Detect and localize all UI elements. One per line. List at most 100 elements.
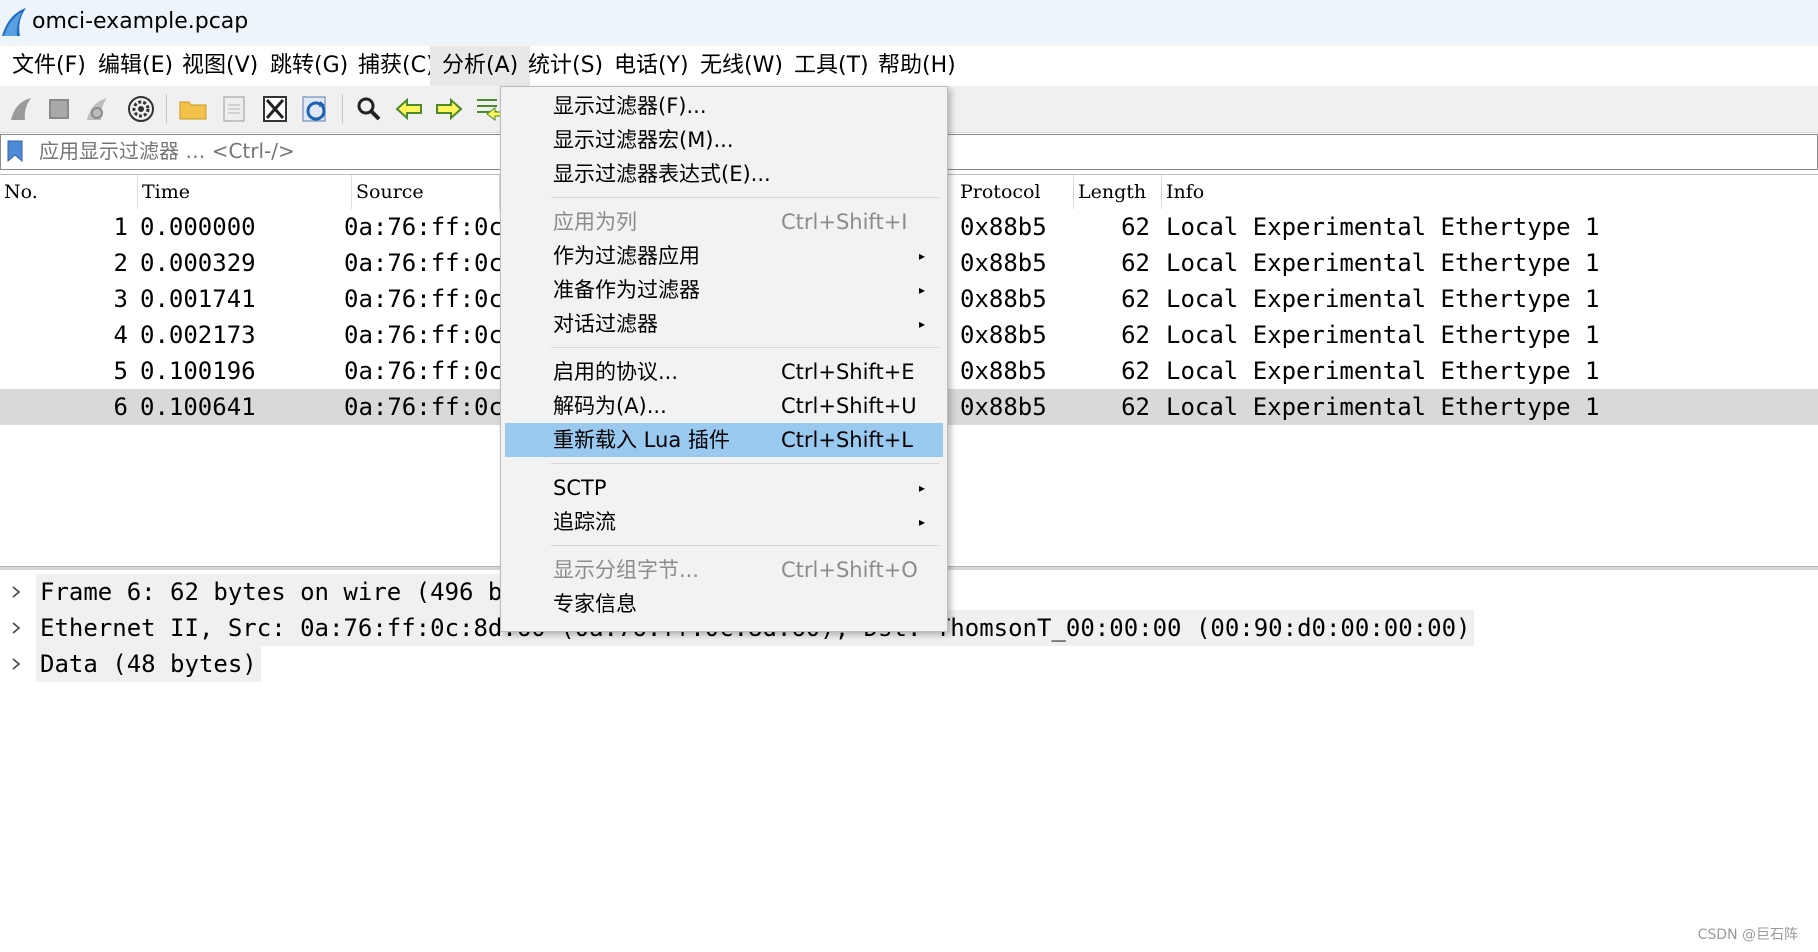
stop-square-icon[interactable] xyxy=(44,94,74,124)
menu-item-label: 准备作为过滤器 xyxy=(553,278,700,302)
column-header-protocol[interactable]: Protocol xyxy=(956,175,1074,209)
menu-item-label: 重新载入 Lua 插件 xyxy=(553,428,730,452)
detail-tree-text: Data (48 bytes) xyxy=(36,646,261,682)
packet-cell-source: 0a:76:ff:0c xyxy=(344,393,500,421)
menu-item-label: 应用为列 xyxy=(553,210,637,234)
menu-item-label: SCTP xyxy=(553,476,607,500)
chevron-right-icon[interactable] xyxy=(10,610,26,646)
packet-cell-protocol: 0x88b5 xyxy=(960,213,1047,241)
submenu-arrow-icon: ▸ xyxy=(918,515,925,529)
menu-item-label: 作为过滤器应用 xyxy=(553,244,700,268)
dropdown-menu-item[interactable]: 专家信息 xyxy=(505,587,943,621)
packet-cell-length: 62 xyxy=(1121,321,1150,349)
packet-cell-length: 62 xyxy=(1121,393,1150,421)
packet-cell-time: 0.100641 xyxy=(140,393,256,421)
title-bar: omci-example.pcap xyxy=(0,0,1818,46)
menu-item[interactable]: 跳转(G) xyxy=(258,46,360,86)
menu-item[interactable]: 视图(V) xyxy=(170,46,270,86)
packet-cell-length: 62 xyxy=(1121,213,1150,241)
column-header-length[interactable]: Length xyxy=(1074,175,1162,209)
packet-cell-protocol: 0x88b5 xyxy=(960,285,1047,313)
shark-fin-start-icon[interactable] xyxy=(6,94,36,124)
packet-cell-info: Local Experimental Ethertype 1 xyxy=(1166,393,1600,421)
folder-open-icon[interactable] xyxy=(178,94,208,124)
menu-item-shortcut: Ctrl+Shift+E xyxy=(781,360,915,384)
submenu-arrow-icon: ▸ xyxy=(918,283,925,297)
dropdown-menu-item[interactable]: 重新载入 Lua 插件 Ctrl+Shift+L xyxy=(505,423,943,457)
shark-fin-restart-icon[interactable] xyxy=(82,94,112,124)
column-header-source[interactable]: Source xyxy=(352,175,500,209)
packet-cell-no: 3 xyxy=(113,285,128,313)
menu-item-label: 对话过滤器 xyxy=(553,312,658,336)
bookmark-icon[interactable] xyxy=(7,140,23,162)
dropdown-menu-item[interactable]: 解码为(A)... Ctrl+Shift+U xyxy=(505,389,943,423)
packet-cell-source: 0a:76:ff:0c xyxy=(344,213,500,241)
menu-separator xyxy=(551,463,939,464)
submenu-arrow-icon: ▸ xyxy=(918,317,925,331)
chevron-right-icon[interactable] xyxy=(10,574,26,610)
menu-item[interactable]: 无线(W) xyxy=(688,46,795,86)
dropdown-menu-item[interactable]: 准备作为过滤器 ▸ xyxy=(505,273,943,307)
menu-separator xyxy=(551,545,939,546)
packet-cell-time: 0.100196 xyxy=(140,357,256,385)
packet-cell-source: 0a:76:ff:0c xyxy=(344,321,500,349)
menu-item-label: 解码为(A)... xyxy=(553,394,667,418)
watermark: CSDN @巨石阵 xyxy=(1697,927,1798,943)
column-header-info[interactable]: Info xyxy=(1162,175,1818,209)
dropdown-menu-item[interactable]: 启用的协议... Ctrl+Shift+E xyxy=(505,355,943,389)
menu-item-label: 显示过滤器(F)... xyxy=(553,94,707,118)
toolbar-separator xyxy=(166,94,167,124)
menu-separator xyxy=(551,347,939,348)
packet-cell-no: 1 xyxy=(113,213,128,241)
reload-icon[interactable] xyxy=(300,94,330,124)
menu-item[interactable]: 电话(Y) xyxy=(602,46,701,86)
dropdown-menu-item: 应用为列 Ctrl+Shift+I xyxy=(505,205,943,239)
column-header-time[interactable]: Time xyxy=(138,175,352,209)
chevron-right-icon[interactable] xyxy=(10,646,26,682)
menu-item-label: 启用的协议... xyxy=(553,360,679,384)
menu-item-label: 显示分组字节... xyxy=(553,558,700,582)
menu-item[interactable]: 统计(S) xyxy=(516,46,615,86)
packet-cell-time: 0.000329 xyxy=(140,249,256,277)
menu-item-label: 追踪流 xyxy=(553,510,616,534)
packet-cell-source: 0a:76:ff:0c xyxy=(344,249,500,277)
dropdown-menu-item[interactable]: 显示过滤器表达式(E)... xyxy=(505,157,943,191)
dropdown-menu-item[interactable]: 追踪流 ▸ xyxy=(505,505,943,539)
menu-item-shortcut: Ctrl+Shift+O xyxy=(781,558,918,582)
packet-cell-protocol: 0x88b5 xyxy=(960,357,1047,385)
packet-cell-length: 62 xyxy=(1121,249,1150,277)
menu-item[interactable]: 帮助(H) xyxy=(866,46,968,86)
wireshark-logo-icon xyxy=(2,8,26,36)
packet-cell-source: 0a:76:ff:0c xyxy=(344,357,500,385)
packet-cell-source: 0a:76:ff:0c xyxy=(344,285,500,313)
packet-cell-time: 0.001741 xyxy=(140,285,256,313)
dropdown-menu-item[interactable]: 显示过滤器宏(M)... xyxy=(505,123,943,157)
arrow-back-icon[interactable] xyxy=(394,94,424,124)
submenu-arrow-icon: ▸ xyxy=(918,481,925,495)
column-header-no[interactable]: No. xyxy=(0,175,138,209)
submenu-arrow-icon: ▸ xyxy=(918,249,925,263)
packet-cell-info: Local Experimental Ethertype 1 xyxy=(1166,357,1600,385)
file-save-icon[interactable] xyxy=(219,94,249,124)
arrow-forward-icon[interactable] xyxy=(434,94,464,124)
dropdown-menu-item[interactable]: 作为过滤器应用 ▸ xyxy=(505,239,943,273)
menu-item-label: 显示过滤器表达式(E)... xyxy=(553,162,771,186)
menu-item-shortcut: Ctrl+Shift+L xyxy=(781,428,913,452)
menu-item[interactable]: 文件(F) xyxy=(0,46,98,86)
packet-cell-no: 2 xyxy=(113,249,128,277)
gear-options-icon[interactable] xyxy=(126,94,156,124)
menu-item-shortcut: Ctrl+Shift+I xyxy=(781,210,908,234)
dropdown-menu-item[interactable]: SCTP ▸ xyxy=(505,471,943,505)
search-magnifier-icon[interactable] xyxy=(354,94,384,124)
menu-item-label: 显示过滤器宏(M)... xyxy=(553,128,734,152)
packet-cell-protocol: 0x88b5 xyxy=(960,393,1047,421)
packet-cell-info: Local Experimental Ethertype 1 xyxy=(1166,285,1600,313)
close-file-icon[interactable] xyxy=(260,94,290,124)
analyze-menu-dropdown: 显示过滤器(F)... 显示过滤器宏(M)... 显示过滤器表达式(E)... 应用为… xyxy=(500,86,948,632)
dropdown-menu-item[interactable]: 显示过滤器(F)... xyxy=(505,89,943,123)
dropdown-menu-item[interactable]: 对话过滤器 ▸ xyxy=(505,307,943,341)
packet-cell-info: Local Experimental Ethertype 1 xyxy=(1166,321,1600,349)
menu-separator xyxy=(551,197,939,198)
packet-cell-protocol: 0x88b5 xyxy=(960,249,1047,277)
packet-cell-length: 62 xyxy=(1121,285,1150,313)
